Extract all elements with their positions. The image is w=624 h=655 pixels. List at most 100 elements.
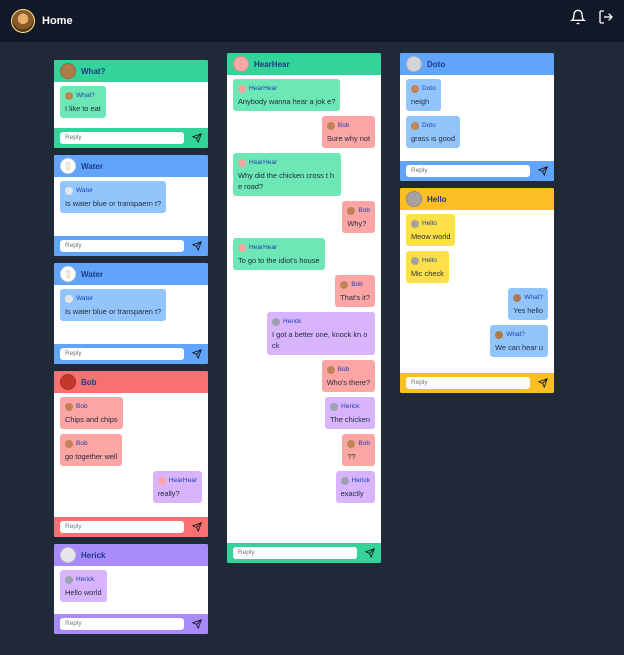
- chat-header[interactable]: 🥛 Water: [54, 263, 208, 285]
- avatar: [157, 476, 166, 485]
- avatar: [238, 84, 246, 93]
- chat-name: Herick: [81, 550, 106, 560]
- send-icon[interactable]: [192, 133, 202, 143]
- message: Water Is water blue or transparen t?: [60, 289, 167, 321]
- avatar: [347, 439, 356, 448]
- reply-input[interactable]: [60, 521, 184, 533]
- send-icon[interactable]: [192, 349, 202, 359]
- send-icon[interactable]: [365, 548, 375, 558]
- logout-icon[interactable]: [598, 9, 614, 25]
- avatar: [65, 439, 73, 448]
- message: Bob Chips and chips: [60, 397, 123, 429]
- message: Bob Sure why not: [321, 116, 375, 148]
- message: Herick exactly: [335, 471, 375, 503]
- avatar: [340, 476, 349, 485]
- chat-card-water-2: 🥛 Water Water Is water blue or transparen…: [54, 263, 208, 364]
- send-icon[interactable]: [538, 166, 548, 176]
- chat-header[interactable]: What?: [54, 60, 208, 82]
- message: HearHear Why did the chicken cross t he r…: [233, 153, 341, 196]
- send-icon[interactable]: [538, 378, 548, 388]
- avatar: [65, 402, 73, 411]
- reply-input[interactable]: [60, 618, 184, 630]
- avatar: [406, 191, 422, 207]
- send-icon[interactable]: [192, 619, 202, 629]
- avatar: [326, 365, 335, 374]
- avatar: [65, 91, 73, 100]
- chat-header[interactable]: Herick: [54, 544, 208, 566]
- chat-name: Water: [81, 269, 103, 279]
- reply-input[interactable]: [406, 377, 530, 389]
- avatar: 🥛: [60, 266, 76, 282]
- avatar: 🥛: [60, 158, 76, 174]
- chat-name: Doto: [427, 59, 446, 69]
- send-icon[interactable]: [192, 241, 202, 251]
- message: What? We can hear u: [490, 325, 548, 357]
- user-avatar[interactable]: [11, 9, 35, 33]
- chat-card-what: What? What? I like to eat: [54, 60, 208, 148]
- avatar: [347, 206, 356, 215]
- message: Bob That's it?: [335, 275, 375, 307]
- message: Hello Mic check: [406, 251, 449, 283]
- send-icon[interactable]: [192, 522, 202, 532]
- avatar: [65, 294, 73, 303]
- avatar: [272, 317, 280, 326]
- top-bar: Home: [0, 0, 624, 42]
- message: Bob Why?: [342, 201, 375, 233]
- chat-name: HearHear: [254, 59, 290, 69]
- chat-name: Hello: [427, 194, 447, 204]
- avatar: [411, 256, 419, 265]
- message: Doto grass is good: [406, 116, 460, 148]
- chat-header[interactable]: HearHear: [227, 53, 381, 75]
- avatar: [411, 84, 419, 93]
- avatar: [495, 330, 504, 339]
- page-title: Home: [42, 15, 73, 27]
- chat-header[interactable]: Hello: [400, 188, 554, 210]
- reply-input[interactable]: [233, 547, 357, 559]
- chat-card-hearhear: HearHear HearHear Anybody wanna hear a jo…: [227, 53, 381, 563]
- chat-card-herick: Herick Herick Hello world: [54, 544, 208, 634]
- chat-card-bob: Bob Bob Chips and chips Bob go together we…: [54, 371, 208, 537]
- avatar: [238, 158, 246, 167]
- chat-card-doto: Doto Doto neigh Doto grass is good: [400, 53, 554, 181]
- avatar: [65, 575, 73, 584]
- chat-name: Water: [81, 161, 103, 171]
- chat-card-water: 🥛 Water Water Is water blue or transpaern…: [54, 155, 208, 256]
- bell-icon[interactable]: [570, 9, 586, 25]
- reply-input[interactable]: [406, 165, 530, 177]
- chat-name: Bob: [81, 377, 97, 387]
- reply-input[interactable]: [60, 132, 184, 144]
- message: HearHear really?: [152, 471, 202, 503]
- reply-input[interactable]: [60, 348, 184, 360]
- message: HearHear Anybody wanna hear a jok e?: [233, 79, 341, 111]
- avatar: [60, 374, 76, 390]
- avatar: [60, 547, 76, 563]
- avatar: [411, 219, 419, 228]
- reply-input[interactable]: [60, 240, 184, 252]
- avatar: [326, 121, 335, 130]
- avatar: [340, 280, 349, 289]
- avatar: [411, 121, 419, 130]
- message: Herick The chicken: [325, 397, 375, 429]
- chat-header[interactable]: Doto: [400, 53, 554, 75]
- chat-name: What?: [81, 66, 106, 76]
- avatar: [406, 56, 422, 72]
- chat-header[interactable]: Bob: [54, 371, 208, 393]
- message: HearHear To go to the idiot's house: [233, 238, 325, 270]
- message: Water Is water blue or transpaern t?: [60, 181, 167, 213]
- avatar: [65, 186, 73, 195]
- avatar: [238, 243, 246, 252]
- chat-header[interactable]: 🥛 Water: [54, 155, 208, 177]
- message: Bob Who's there?: [321, 360, 375, 392]
- message: What? I like to eat: [60, 86, 106, 118]
- message: Bob??: [342, 434, 375, 466]
- message: What? Yes hello: [508, 288, 548, 320]
- message: Hello Meow world: [406, 214, 456, 246]
- avatar: [330, 402, 339, 411]
- message: Herick I got a better one, knock kn ock: [267, 312, 375, 355]
- message: Doto neigh: [406, 79, 441, 111]
- avatar: [233, 56, 249, 72]
- avatar: [513, 293, 522, 302]
- message: Herick Hello world: [60, 570, 107, 602]
- chat-card-hello: Hello Hello Meow world Hello Mic check Wha…: [400, 188, 554, 393]
- message: Bob go together well: [60, 434, 123, 466]
